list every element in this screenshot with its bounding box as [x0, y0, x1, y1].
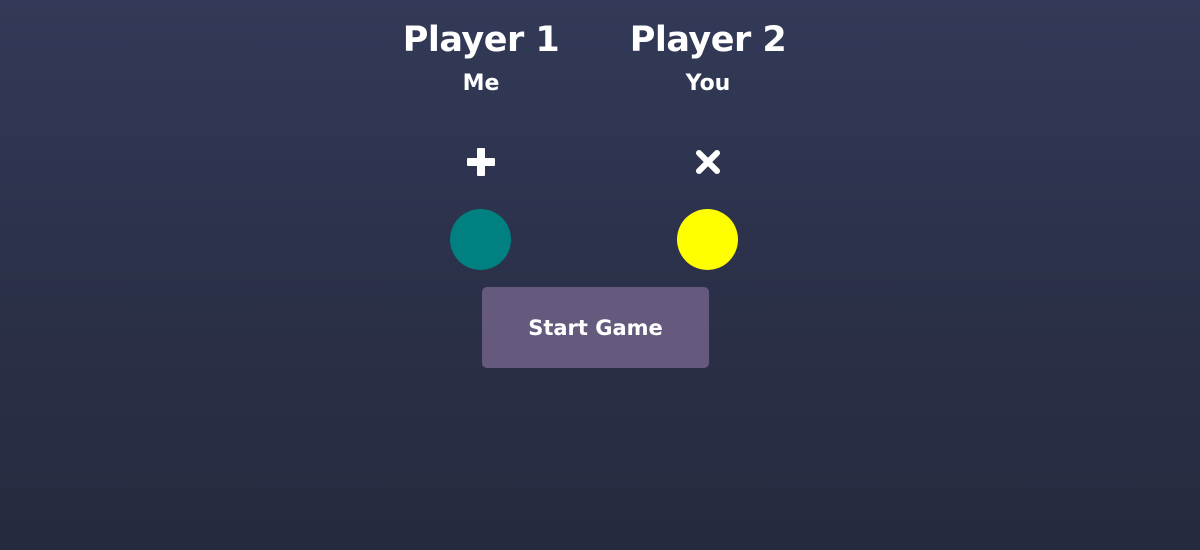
- start-game-button[interactable]: Start Game: [482, 287, 709, 368]
- player-1-title: Player 1: [402, 20, 560, 60]
- player-2-name: You: [685, 71, 731, 96]
- times-icon[interactable]: [678, 138, 738, 186]
- player-1-panel: Player 1 Me: [381, 18, 581, 106]
- player-1-color-swatch[interactable]: [450, 209, 511, 270]
- plus-icon[interactable]: [451, 138, 511, 186]
- player-2-title: Player 2: [629, 20, 787, 60]
- player-2-panel: Player 2 You: [608, 18, 808, 106]
- player-1-name: Me: [462, 71, 500, 96]
- player-2-color-swatch[interactable]: [677, 209, 738, 270]
